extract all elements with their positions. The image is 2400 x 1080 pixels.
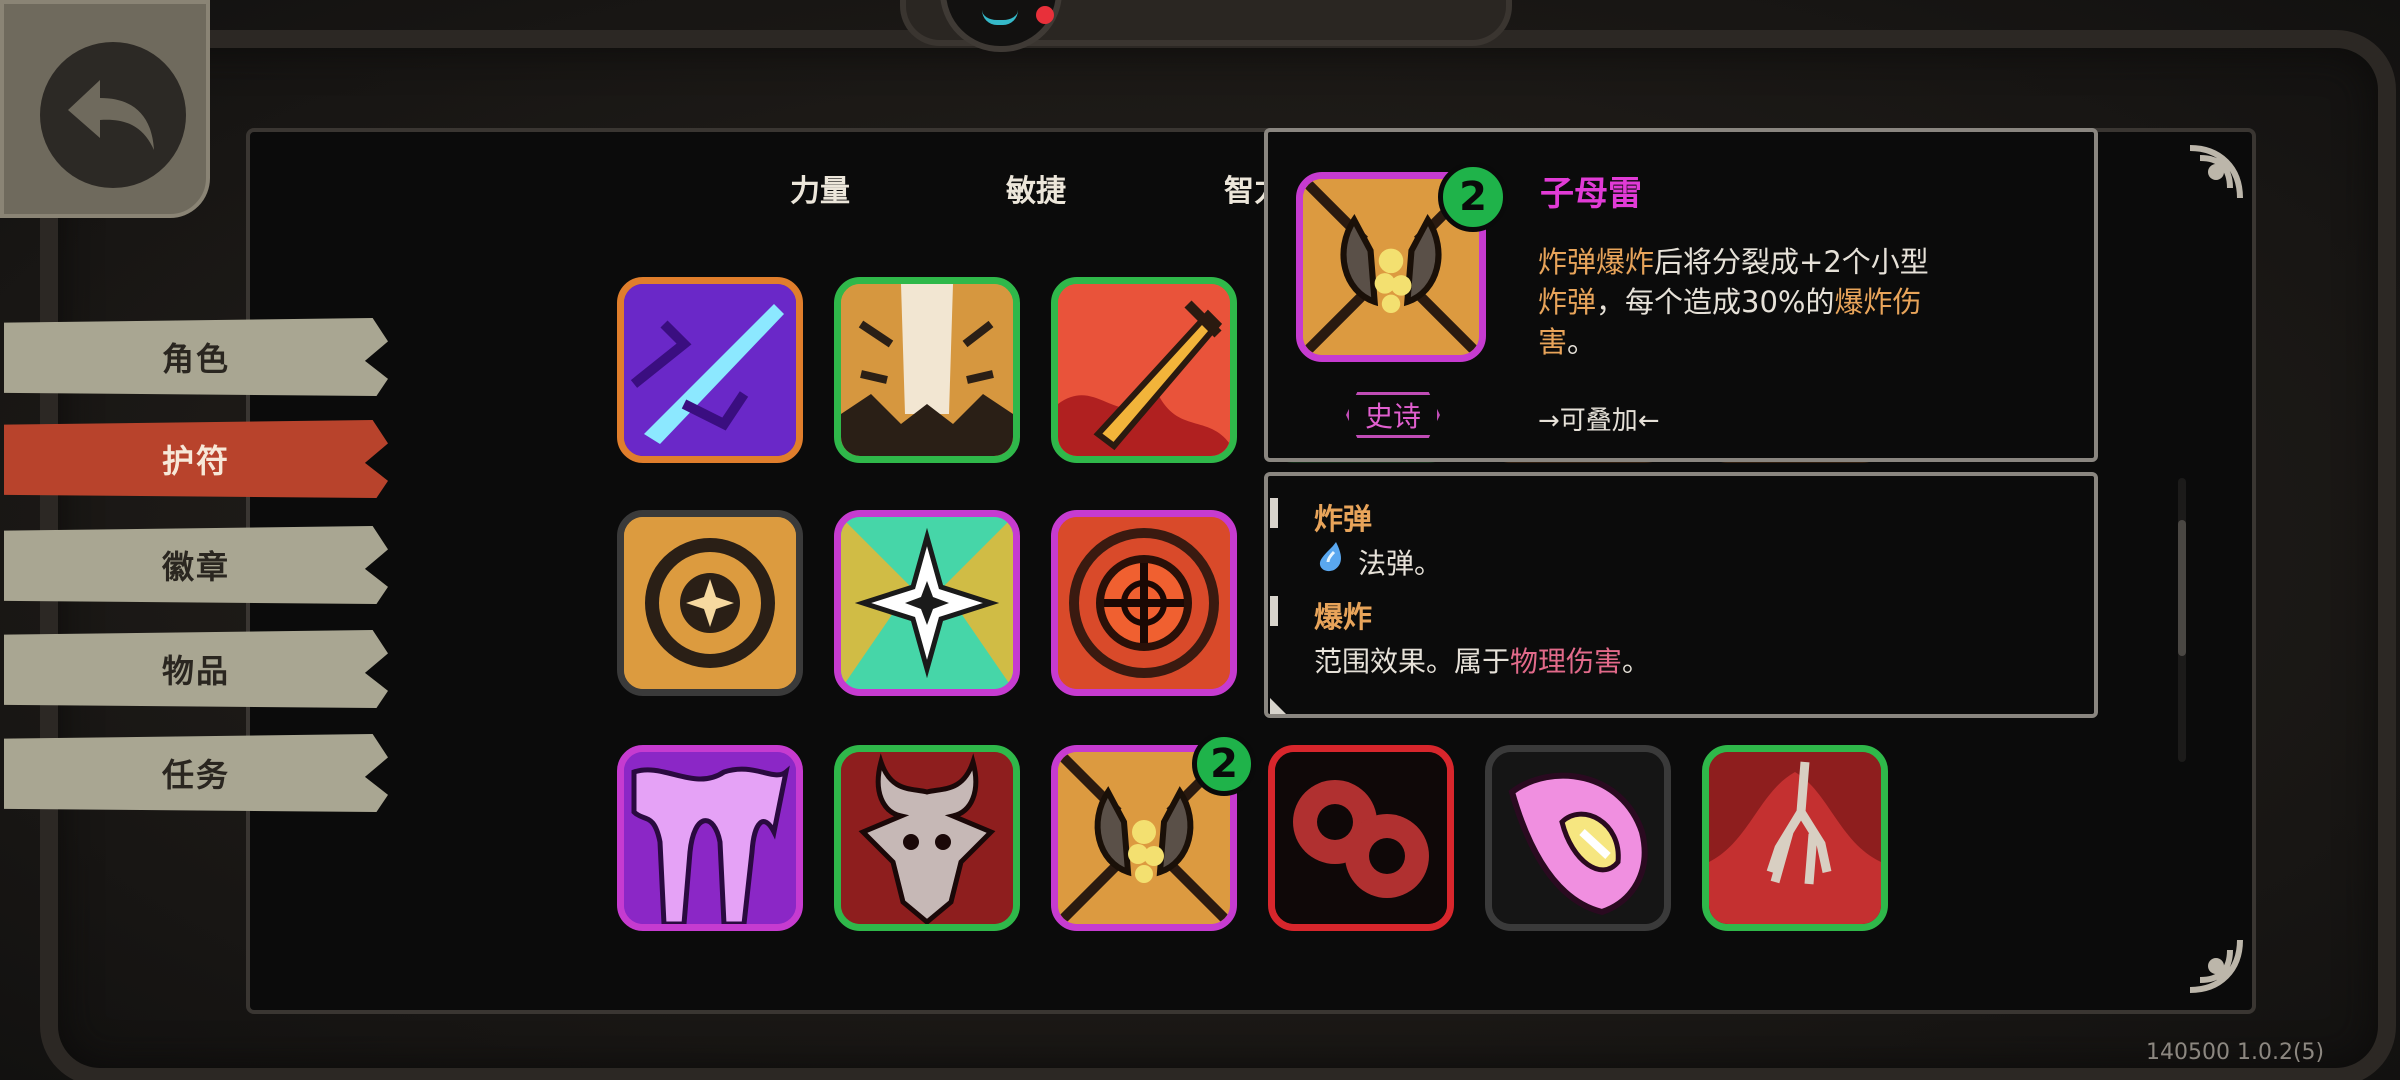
amulet-pink-crystal[interactable] — [1485, 745, 1671, 931]
keyword-text-explode: 范围效果。属于物理伤害。 — [1314, 640, 1650, 680]
notification-dot — [1036, 6, 1054, 24]
stackable-label: →可叠加← — [1538, 406, 1660, 436]
sidebar-item-badges[interactable]: 徽章 — [4, 526, 388, 604]
sidebar-item-items[interactable]: 物品 — [4, 630, 388, 708]
sidebar-item-label: 物品 — [161, 652, 230, 690]
kw-bomb: 炸弹 — [1538, 245, 1597, 279]
flame-sword-icon — [1058, 284, 1230, 456]
stat-strength[interactable]: 力量 — [790, 166, 850, 210]
sidebar-item-label: 角色 — [161, 340, 230, 378]
amulet-pillar[interactable] — [834, 277, 1020, 463]
desc-text: 后将分裂成+2个小型 — [1654, 245, 1929, 279]
kw-text-end: 。 — [1622, 645, 1651, 678]
amulet-flame-sword[interactable] — [1051, 277, 1237, 463]
demon-skull-icon — [841, 752, 1013, 924]
water-drop-icon — [1316, 540, 1344, 574]
amulet-crystal-blade[interactable] — [617, 277, 803, 463]
stat-agility[interactable]: 敏捷 — [1006, 166, 1066, 210]
dripping-slime-icon — [624, 752, 796, 924]
keyword-panel — [1264, 472, 2098, 718]
pink-crystal-icon — [1492, 752, 1664, 924]
amulet-sun-rune[interactable] — [617, 510, 803, 696]
sidebar-item-label: 护符 — [161, 442, 230, 480]
kw-physical-damage: 物理伤害 — [1510, 645, 1623, 678]
sun-rune-icon — [624, 517, 796, 689]
keyword-title-bomb: 炸弹 — [1314, 502, 1373, 536]
desc-text-2: ，每个造成30%的 — [1596, 285, 1835, 319]
kw-bomb-2: 炸弹 — [1538, 285, 1597, 319]
twin-rings-icon — [1275, 752, 1447, 924]
corner-ornament-icon — [2189, 145, 2243, 199]
kw-explode: 爆炸 — [1596, 245, 1655, 279]
amulet-demon[interactable] — [834, 745, 1020, 931]
rarity-tag: 史诗 — [1346, 392, 1440, 438]
starburst-icon — [841, 517, 1013, 689]
crosshair-target-icon — [1058, 517, 1230, 689]
stack-count-badge: 2 — [1192, 732, 1256, 796]
keyword-title-explode: 爆炸 — [1314, 600, 1373, 634]
back-button[interactable] — [0, 0, 210, 218]
sidebar-item-quests[interactable]: 任务 — [4, 734, 388, 812]
kw-text-part: 范围效果。属于 — [1314, 645, 1511, 678]
keyword-marker — [1270, 498, 1278, 528]
stack-count-text: 2 — [1210, 741, 1238, 787]
back-arrow-icon — [68, 80, 154, 150]
sidebar-item-label: 徽章 — [161, 548, 230, 586]
scrollbar-thumb[interactable] — [2178, 520, 2186, 656]
crystal-blade-icon — [624, 284, 796, 456]
sidebar-item-amulets[interactable]: 护符 — [4, 420, 388, 498]
amulet-target[interactable] — [1051, 510, 1237, 696]
detail-count-badge: 2 — [1438, 162, 1508, 232]
amulet-starburst[interactable] — [834, 510, 1020, 696]
item-description: 炸弹爆炸后将分裂成+2个小型炸弹，每个造成30%的爆炸伤害。 — [1538, 242, 1938, 362]
amulet-claw[interactable] — [1702, 745, 1888, 931]
claw-hand-icon — [1709, 752, 1881, 924]
detail-count-text: 2 — [1459, 174, 1487, 220]
version-label: 140500 1.0.2(5) — [2146, 1040, 2325, 1065]
sidebar-item-label: 任务 — [161, 756, 230, 794]
item-name: 子母雷 — [1540, 174, 1642, 214]
game-screen: 角色 护符 徽章 物品 任务 力量 敏捷 智力 体质 — [0, 0, 2400, 1080]
amulet-slime[interactable] — [617, 745, 803, 931]
desc-end: 。 — [1567, 325, 1597, 359]
keyword-text-bomb: 法弹。 — [1358, 547, 1443, 580]
corner-ornament-icon — [2189, 939, 2243, 993]
stone-pillar-icon — [841, 284, 1013, 456]
keyword-marker — [1270, 596, 1278, 626]
sidebar-item-character[interactable]: 角色 — [4, 318, 388, 396]
amulet-twin-rings[interactable] — [1268, 745, 1454, 931]
